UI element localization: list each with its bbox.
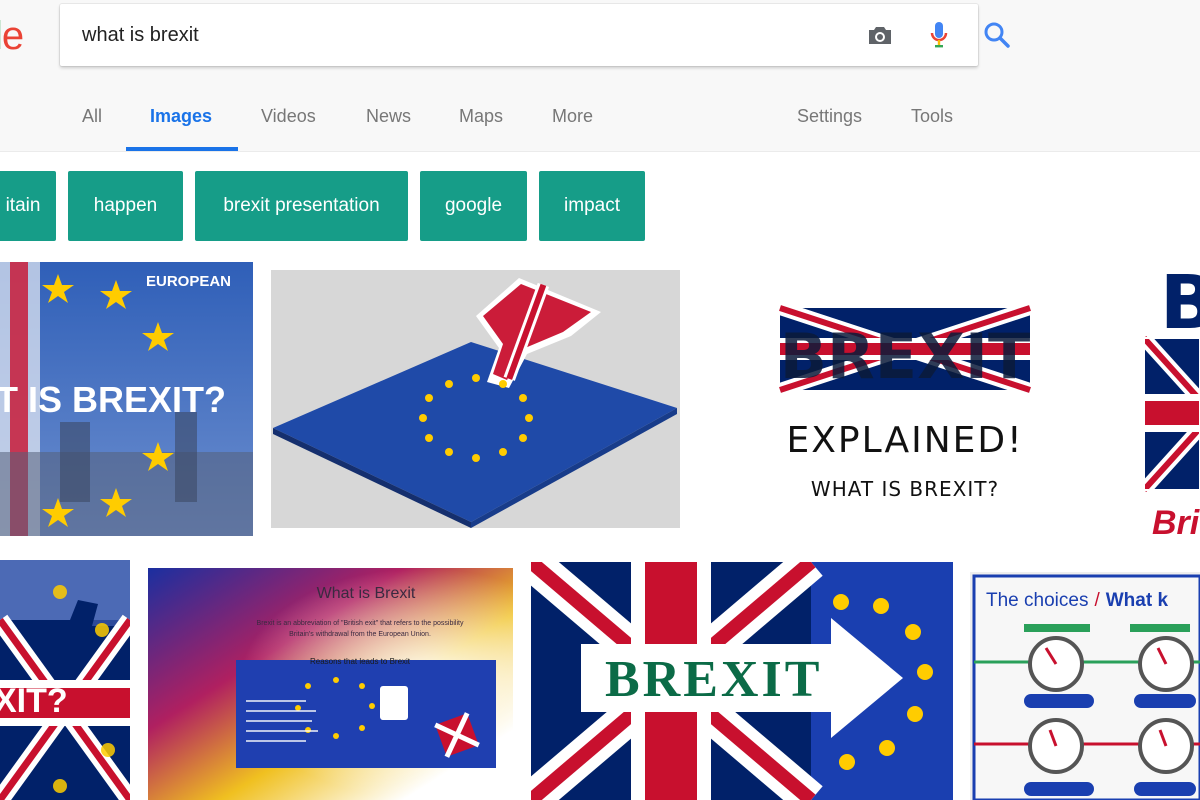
tab-more[interactable]: More (552, 106, 593, 127)
image-result-2[interactable] (271, 270, 680, 528)
search-input[interactable] (82, 16, 782, 54)
microphone-icon[interactable] (922, 18, 956, 52)
search-icon[interactable] (980, 18, 1014, 52)
search-header: le All Images Videos News Maps More Sett… (0, 0, 1200, 152)
result-1-headline: T IS BREXIT? (0, 379, 226, 420)
result-7-image: BREXIT (531, 562, 953, 800)
chip-happen[interactable]: happen (68, 171, 183, 241)
tab-tools[interactable]: Tools (911, 106, 953, 127)
result-4-letter: B (1160, 260, 1200, 346)
image-result-5[interactable]: XIT? (0, 560, 130, 800)
result-1-brand: EUROPEAN (146, 273, 231, 290)
chip-brexit-presentation[interactable]: brexit presentation (195, 171, 408, 241)
result-6-subheading: Reasons that leads to Brexit (310, 657, 411, 666)
camera-icon[interactable] (863, 18, 897, 52)
result-4-image: B Brita (1144, 250, 1200, 542)
image-result-8[interactable]: The choices / What k (970, 572, 1200, 800)
result-4-word: Brita (1152, 504, 1200, 542)
image-result-3[interactable]: BREXIT EXPLAINED! WHAT IS BREXIT? (700, 262, 1128, 536)
tab-images[interactable]: Images (150, 106, 212, 127)
search-tabs: All Images Videos News Maps More Setting… (0, 88, 1200, 152)
chip-britain[interactable]: itain (0, 171, 56, 241)
tab-news[interactable]: News (366, 106, 411, 127)
image-result-6[interactable]: What is Brexit Brexit is an abbreviation… (148, 568, 513, 800)
result-3-line2: WHAT IS BREXIT? (811, 477, 999, 501)
image-result-7[interactable]: BREXIT (531, 562, 953, 800)
result-3-word: BREXIT (780, 320, 1031, 393)
result-3-line1: EXPLAINED! (786, 420, 1023, 461)
result-6-title: What is Brexit (317, 585, 416, 602)
result-3-image: BREXIT EXPLAINED! WHAT IS BREXIT? (700, 262, 1128, 536)
result-8-title: The choices / What k (986, 590, 1168, 611)
result-1-image: EUROPEAN T IS BREXIT? (0, 262, 253, 536)
result-6-body1: Brexit is an abbreviation of "British ex… (257, 620, 464, 627)
active-tab-indicator (126, 147, 238, 151)
result-5-image: XIT? (0, 560, 130, 800)
chip-google[interactable]: google (420, 171, 527, 241)
result-6-image: What is Brexit Brexit is an abbreviation… (148, 568, 513, 800)
image-result-1[interactable]: EUROPEAN T IS BREXIT? (0, 262, 253, 536)
tab-all[interactable]: All (82, 106, 102, 127)
tab-settings[interactable]: Settings (797, 106, 862, 127)
search-box (60, 4, 1010, 66)
tab-videos[interactable]: Videos (261, 106, 316, 127)
result-6-body2: Britain's withdrawal from the European U… (289, 631, 431, 638)
google-logo[interactable]: le (0, 14, 24, 59)
result-5-text: XIT? (0, 682, 68, 720)
tab-maps[interactable]: Maps (459, 106, 503, 127)
chip-impact[interactable]: impact (539, 171, 645, 241)
image-result-4[interactable]: B Brita (1144, 250, 1200, 542)
result-7-word: BREXIT (605, 651, 822, 708)
result-8-image: The choices / What k (970, 572, 1200, 800)
result-2-image (271, 270, 680, 528)
